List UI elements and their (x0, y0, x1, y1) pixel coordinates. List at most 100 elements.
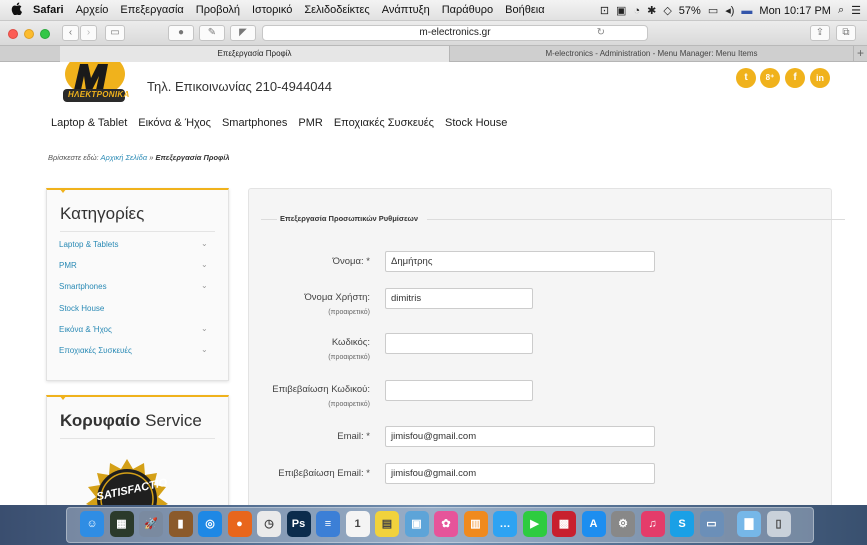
password-input[interactable] (385, 333, 533, 354)
chevron-down-icon[interactable]: ⌄ (201, 239, 208, 248)
chevron-down-icon[interactable]: ⌄ (201, 324, 208, 333)
extension-feed-icon[interactable]: ◤ (230, 25, 256, 41)
bluetooth-icon[interactable]: ✱ (647, 4, 656, 17)
nav-image-sound[interactable]: Εικόνα & Ήχος (138, 117, 211, 129)
chevron-down-icon[interactable]: ⌄ (201, 281, 208, 290)
service-panel: Κορυφαίο Service SATISFACTIO (46, 395, 229, 505)
form-legend: Επεξεργασία Προσωπικών Ρυθμίσεων (277, 214, 422, 223)
category-seasonal[interactable]: Εποχιακές Συσκευές (59, 346, 132, 355)
nav-smartphones[interactable]: Smartphones (222, 117, 287, 129)
category-laptop-tablets[interactable]: Laptop & Tablets (59, 240, 118, 249)
twitter-icon[interactable]: t (736, 68, 756, 88)
category-smartphones[interactable]: Smartphones (59, 282, 107, 291)
sidebar-button[interactable]: ▭ (105, 25, 125, 41)
email-confirm-input[interactable]: jimisfou@gmail.com (385, 463, 655, 484)
password-confirm-input[interactable] (385, 380, 533, 401)
categories-title: Κατηγορίες (60, 204, 145, 223)
menu-view[interactable]: Προβολή (196, 4, 240, 16)
photo-booth-icon[interactable]: ▩ (552, 511, 576, 537)
address-text: m-electronics.gr (419, 27, 491, 38)
preview-icon[interactable]: ▣ (404, 511, 429, 537)
stickies-icon[interactable]: ▤ (375, 511, 399, 537)
categories-panel: Κατηγορίες Laptop & Tablets ⌄ PMR ⌄ Smar… (46, 188, 229, 381)
zoom-window-button[interactable] (40, 29, 50, 39)
tab-edit-profile[interactable]: Επεξεργασία Προφίλ (60, 46, 449, 62)
menu-clock[interactable]: Mon 10:17 PM (759, 5, 831, 17)
legend-rule-left (261, 219, 277, 220)
back-button[interactable]: ‹ (62, 25, 79, 41)
name-input[interactable]: Δημήτρης (385, 251, 655, 272)
menu-safari[interactable]: Safari (33, 4, 64, 16)
trash-icon[interactable]: ▯ (766, 511, 791, 537)
reload-icon[interactable]: ↻ (597, 26, 605, 40)
nav-pmr[interactable]: PMR (298, 117, 322, 129)
menu-help[interactable]: Βοήθεια (505, 4, 544, 16)
wifi-icon[interactable]: ◇ (663, 4, 671, 17)
screenshot-icon[interactable]: ▭ (699, 511, 724, 537)
category-image-sound[interactable]: Εικόνα & Ήχος (59, 325, 112, 334)
menu-window[interactable]: Παράθυρο (442, 4, 493, 16)
photos-icon[interactable]: ✿ (434, 511, 458, 537)
close-window-button[interactable] (8, 29, 18, 39)
satisfaction-badge: SATISFACTIO (72, 459, 182, 505)
menu-file[interactable]: Αρχείο (76, 4, 109, 16)
system-preferences-icon[interactable]: ⚙ (611, 511, 635, 537)
status-menu-icon[interactable]: ⊡ (600, 4, 609, 17)
clock-icon[interactable]: ◷ (257, 511, 281, 537)
launchpad-icon[interactable]: 🚀 (139, 511, 163, 537)
notes-icon[interactable]: ≡ (316, 511, 340, 537)
forward-button[interactable]: › (80, 25, 97, 41)
tab-administration[interactable]: M-electronics - Administration - Menu Ma… (449, 46, 853, 62)
volume-icon[interactable]: ◂) (725, 4, 734, 17)
new-tab-button[interactable]: + (853, 46, 867, 62)
facebook-icon[interactable]: f (785, 68, 805, 88)
time-machine-icon[interactable]: ◔ (633, 5, 640, 17)
menu-bookmarks[interactable]: Σελιδοδείκτες (304, 4, 369, 16)
apple-menu-icon[interactable] (9, 2, 23, 18)
share-button[interactable]: ⇪ (810, 25, 830, 41)
show-tabs-button[interactable]: ⧉ (836, 25, 856, 41)
notification-center-icon[interactable]: ☰ (851, 4, 861, 17)
nav-laptop-tablet[interactable]: Laptop & Tablet (51, 117, 127, 129)
extension-ad-icon[interactable]: ● (168, 25, 194, 41)
address-bar[interactable]: m-electronics.gr ↻ (262, 25, 648, 41)
panel-notch (59, 395, 67, 400)
downloads-folder-icon[interactable]: ▇ (737, 511, 761, 537)
service-title-bold: Κορυφαίο (60, 411, 141, 430)
firefox-icon[interactable]: ● (227, 511, 252, 537)
skype-icon[interactable]: S (670, 511, 694, 537)
breadcrumb-home-link[interactable]: Αρχική Σελίδα (100, 153, 147, 162)
chevron-down-icon[interactable]: ⌄ (201, 260, 208, 269)
facetime-icon[interactable]: ▶ (522, 511, 547, 537)
calendar-icon[interactable]: 1 (345, 511, 370, 537)
site-logo[interactable]: ΗΛΕΚΤΡΟΝΙΚΑ (58, 62, 133, 108)
extension-tool-icon[interactable]: ✎ (199, 25, 225, 41)
menu-develop[interactable]: Ανάπτυξη (382, 4, 430, 16)
photoshop-icon[interactable]: Ps (286, 511, 311, 537)
profile-form: Επεξεργασία Προσωπικών Ρυθμίσεων Όνομα: … (248, 188, 845, 505)
category-pmr[interactable]: PMR (59, 261, 77, 270)
finder-icon[interactable]: ☺ (80, 511, 104, 537)
category-stock-house[interactable]: Stock House (59, 304, 104, 313)
notes-book-icon[interactable]: ▮ (168, 511, 193, 537)
minimize-window-button[interactable] (24, 29, 34, 39)
itunes-icon[interactable]: ♫ (640, 511, 665, 537)
spotlight-icon[interactable]: ⌕ (838, 4, 844, 17)
safari-icon[interactable]: ◎ (198, 511, 222, 537)
googleplus-icon[interactable]: 8⁺ (760, 68, 780, 88)
input-source-flag-icon[interactable]: ▬ (741, 5, 752, 17)
battery-icon[interactable]: ▭ (708, 4, 718, 17)
menu-edit[interactable]: Επεξεργασία (120, 4, 183, 16)
email-input[interactable]: jimisfou@gmail.com (385, 426, 655, 447)
display-mirror-icon[interactable]: ▣ (616, 4, 626, 17)
nav-seasonal[interactable]: Εποχιακές Συσκευές (334, 117, 434, 129)
activity-monitor-icon[interactable]: ▦ (109, 511, 134, 537)
chevron-down-icon[interactable]: ⌄ (201, 345, 208, 354)
nav-stock-house[interactable]: Stock House (445, 117, 507, 129)
ibooks-icon[interactable]: ▥ (463, 511, 488, 537)
linkedin-icon[interactable]: in (810, 68, 830, 88)
menu-history[interactable]: Ιστορικό (252, 4, 292, 16)
username-input[interactable]: dimitris (385, 288, 533, 309)
messages-icon[interactable]: … (493, 511, 517, 537)
app-store-icon[interactable]: A (581, 511, 606, 537)
